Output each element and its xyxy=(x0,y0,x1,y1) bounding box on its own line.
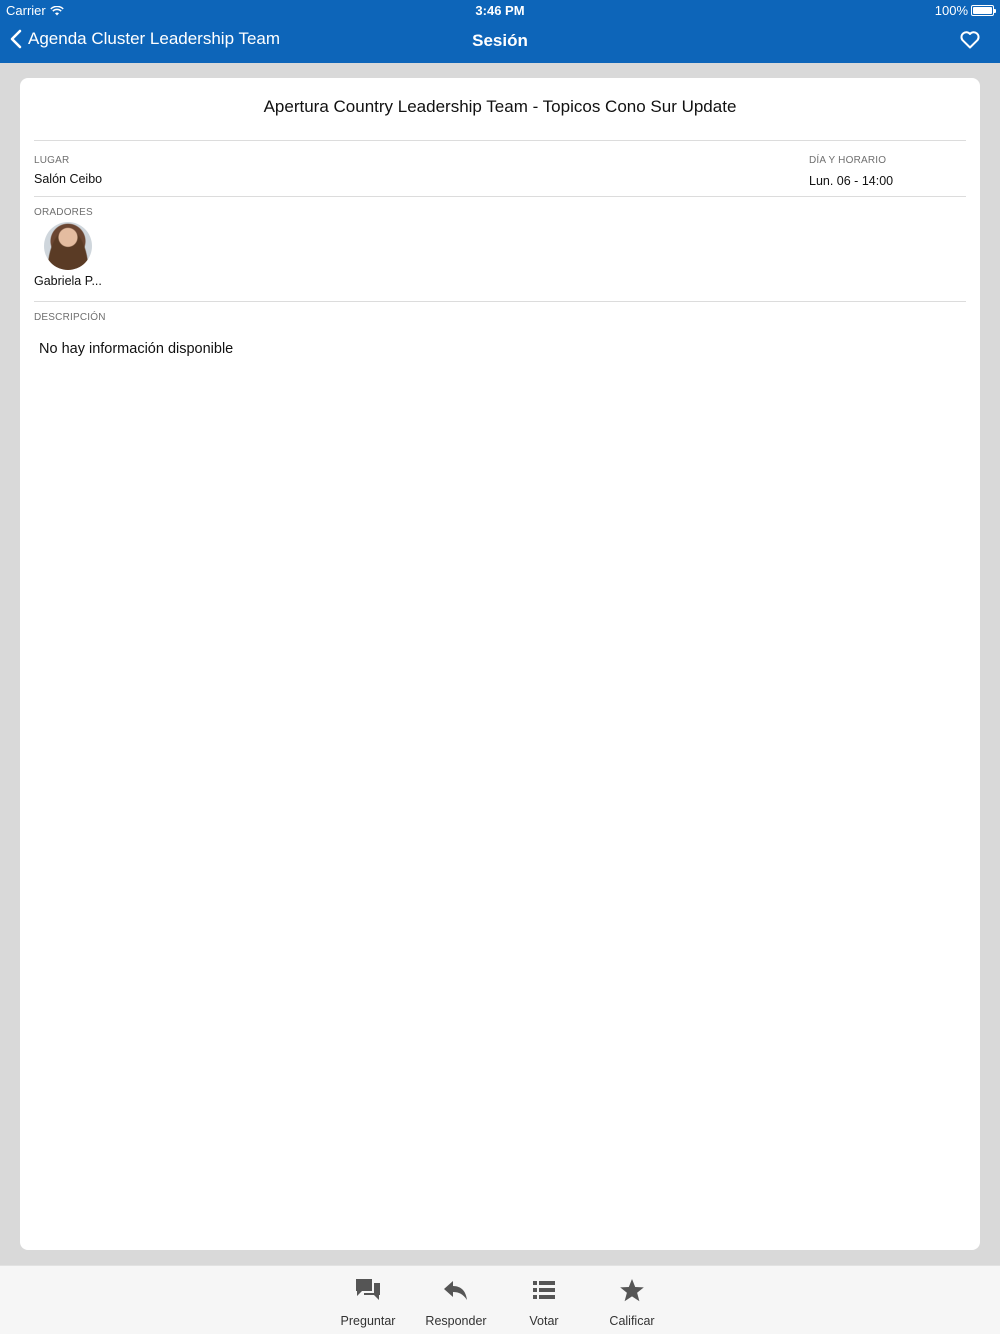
chevron-left-icon xyxy=(10,29,22,49)
bottom-tab-bar: Preguntar Responder Votar Calificar xyxy=(0,1265,1000,1334)
descripcion-label: DESCRIPCIÓN xyxy=(34,312,106,323)
wifi-icon xyxy=(50,5,64,15)
list-icon xyxy=(533,1281,555,1299)
battery-percent: 100% xyxy=(934,3,968,18)
divider xyxy=(34,301,966,302)
descripcion-text: No hay información disponible xyxy=(39,341,234,357)
status-bar: Carrier 3:46 PM 100% xyxy=(0,0,1000,21)
lugar-label: LUGAR xyxy=(34,155,70,166)
tab-preguntar[interactable]: Preguntar xyxy=(328,1276,408,1328)
back-button[interactable]: Agenda Cluster Leadership Team xyxy=(10,29,280,49)
session-card: Apertura Country Leadership Team - Topic… xyxy=(20,78,980,1250)
carrier-indicator: Carrier xyxy=(6,3,64,18)
heart-outline-icon xyxy=(960,31,980,49)
speaker-item[interactable]: Gabriela P... xyxy=(34,222,104,288)
carrier-label: Carrier xyxy=(6,3,46,18)
battery-indicator: 100% xyxy=(934,3,996,18)
dia-horario-value: Lun. 06 - 14:00 xyxy=(809,174,894,188)
favorite-button[interactable] xyxy=(960,30,980,54)
status-time: 3:46 PM xyxy=(475,3,525,18)
star-icon xyxy=(620,1278,644,1301)
dia-horario-label: DÍA Y HORARIO xyxy=(809,155,887,166)
navigation-bar: Agenda Cluster Leadership Team Sesión xyxy=(0,21,1000,63)
tab-responder[interactable]: Responder xyxy=(416,1276,496,1328)
lugar-value: Salón Ceibo xyxy=(34,172,103,186)
divider xyxy=(34,196,966,197)
tab-votar[interactable]: Votar xyxy=(504,1276,584,1328)
tab-label: Responder xyxy=(425,1314,487,1328)
back-button-label: Agenda Cluster Leadership Team xyxy=(28,29,281,48)
battery-icon xyxy=(971,5,996,16)
oradores-label: ORADORES xyxy=(34,207,93,218)
tab-label: Preguntar xyxy=(340,1314,396,1328)
reply-arrow-icon xyxy=(444,1281,467,1300)
tab-calificar[interactable]: Calificar xyxy=(592,1276,672,1328)
divider xyxy=(34,140,966,141)
speaker-avatar xyxy=(44,222,92,270)
tab-label: Calificar xyxy=(609,1314,655,1328)
tab-label: Votar xyxy=(529,1314,559,1328)
chat-bubbles-icon xyxy=(356,1279,380,1300)
speaker-name: Gabriela P... xyxy=(34,274,102,288)
session-title: Apertura Country Leadership Team - Topic… xyxy=(263,97,737,116)
